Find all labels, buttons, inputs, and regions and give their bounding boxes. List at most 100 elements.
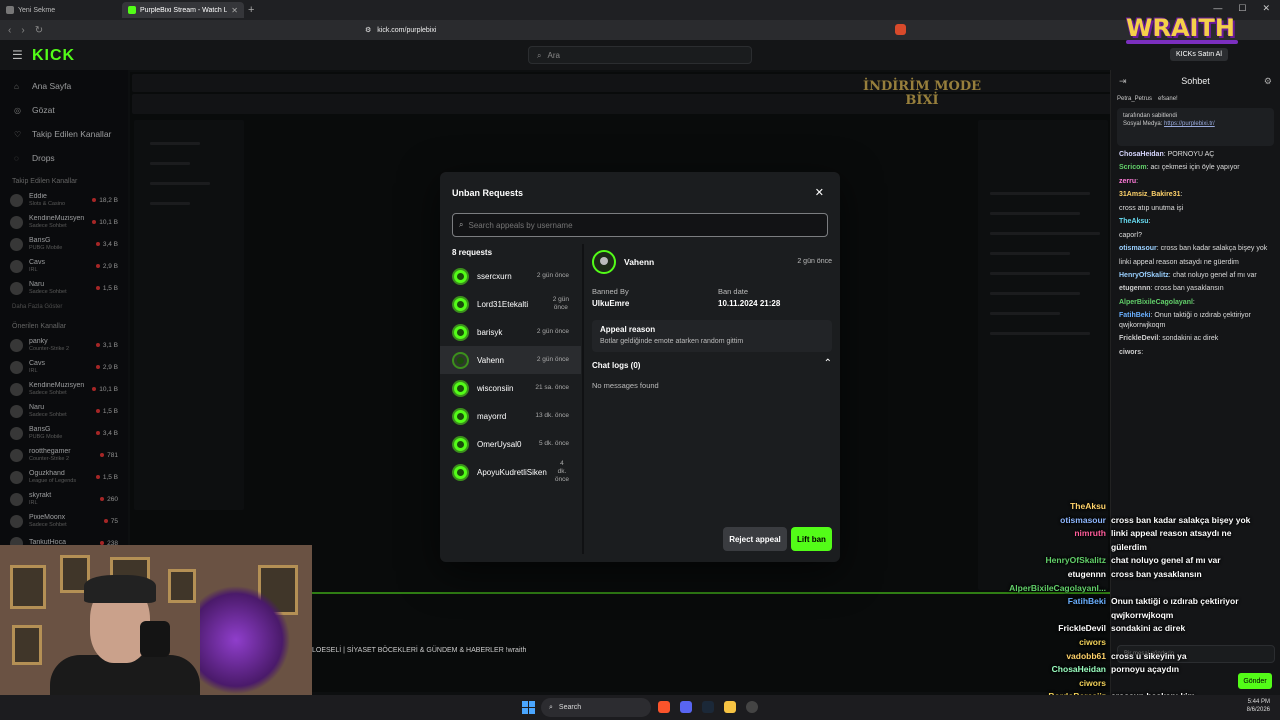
overlay-chat-user: nimruth	[1074, 528, 1106, 539]
chat-username[interactable]: HenryOfSkalitz	[1119, 272, 1169, 279]
unban-requests-modal: Unban Requests ✕ ⌕ 8 requests ssercxurn 2…	[440, 172, 840, 562]
chat-settings-icon[interactable]: ⚙	[1264, 76, 1272, 87]
unban-request-item[interactable]: ssercxurn 2 gün önce	[440, 262, 581, 290]
banned-by-value: UlkuEmre	[592, 299, 630, 308]
avatar	[452, 267, 469, 285]
search-icon: ⌕	[459, 220, 464, 229]
chat-username[interactable]: etugennn	[1119, 285, 1151, 292]
chat-message: linki appeal reason atsaydı ne güerdim	[1111, 256, 1280, 269]
back-icon[interactable]: ‹	[8, 25, 11, 36]
kick-logo[interactable]: KICK	[32, 47, 75, 65]
unban-request-item[interactable]: mayorrd 13 dk. önce	[440, 402, 581, 430]
chat-username[interactable]: zerru	[1119, 178, 1136, 185]
request-username: Vahenn	[477, 355, 504, 365]
close-window-icon[interactable]: ✕	[1262, 3, 1270, 14]
browser-tab-bar: Yeni Sekme PurpleBixi Stream - Watch Liv…	[0, 0, 1280, 20]
search-input[interactable]: ⌕ Ara	[528, 46, 752, 64]
chat-message: FrickleDevil: sondakini ac direk	[1119, 335, 1219, 343]
request-time: 21 sa. önce	[535, 383, 569, 391]
brave-shield-icon[interactable]	[895, 24, 906, 35]
stream-chat-overlay: TheAksu otismasour cross ban kadar salakça…	[980, 500, 1280, 704]
streamer-cap	[84, 575, 156, 603]
chat-username[interactable]: 31Amsiz_Bakire31	[1119, 191, 1181, 198]
overlay-chat-text: cross ban yasaklansın	[1111, 568, 1202, 579]
ban-date-label: Ban date	[718, 287, 749, 296]
chat-username[interactable]: FatihBeki	[1119, 312, 1151, 319]
lift-ban-button[interactable]: Lift ban	[791, 527, 832, 551]
overlay-chat-text: linki appeal reason atsaydı ne	[1111, 528, 1232, 539]
reload-icon[interactable]: ↻	[35, 25, 43, 36]
new-tab-button[interactable]: +	[248, 4, 254, 16]
brave-icon[interactable]	[658, 701, 670, 713]
chat-username[interactable]: Scricom	[1119, 164, 1147, 171]
close-icon[interactable]: ✕	[815, 186, 824, 199]
taskbar-search-label: Search	[558, 704, 582, 711]
chat-logs-title: Chat logs (0)	[592, 361, 641, 370]
appeal-username[interactable]: Vahenn	[624, 257, 654, 267]
chat-username[interactable]: TheAksu	[1119, 218, 1149, 225]
overlay-chat-user: ChosaHeidan	[1051, 664, 1106, 675]
overlay-chat-text: sondakini ac direk	[1111, 623, 1186, 634]
request-time: 2 gün önce	[536, 355, 569, 363]
maximize-icon[interactable]: ☐	[1238, 3, 1246, 14]
picture-frame	[12, 625, 42, 665]
request-username: ApoyuKudretliSiken	[477, 467, 547, 477]
request-time: 4 dk. önce	[554, 459, 569, 484]
unban-request-item[interactable]: Vahenn 2 gün önce	[440, 346, 581, 374]
overlay-chat-user: ciwors	[1079, 677, 1106, 688]
appeal-time: 2 gün önce	[797, 258, 832, 265]
gift-user[interactable]: Petra_Petrus	[1117, 96, 1152, 102]
unban-request-item[interactable]: wisconsiin 21 sa. önce	[440, 374, 581, 402]
request-time: 2 gün önce	[552, 295, 569, 311]
taskbar-search[interactable]: ⌕ Search	[541, 698, 651, 717]
collapse-chat-icon[interactable]: ⇥	[1119, 76, 1127, 87]
forward-icon[interactable]: ›	[21, 25, 24, 36]
appeal-search-input[interactable]	[468, 220, 809, 230]
minimize-icon[interactable]: —	[1213, 3, 1222, 14]
chat-username[interactable]: AlperBixileCagolayanl	[1119, 299, 1193, 306]
close-tab-icon[interactable]: ✕	[231, 6, 238, 15]
request-time: 5 dk. önce	[539, 439, 569, 447]
overlay-chat-user: FrickleDevil	[1058, 623, 1106, 634]
chat-message: Scricom: acı çekmesi için öyle yapıyor	[1119, 164, 1240, 172]
system-clock[interactable]: 5:44 PM 8/6/2026	[1247, 698, 1270, 714]
unban-request-item[interactable]: OmerUysal0 5 dk. önce	[440, 430, 581, 458]
reject-appeal-button[interactable]: Reject appeal	[723, 527, 787, 551]
url-field[interactable]: ⚙ kick.com/purplebixi	[365, 23, 905, 37]
chat-message-list: ChosaHeidan: PORNOYU AÇ Scricom: acı çekm…	[1111, 148, 1280, 359]
address-bar: ‹ › ↻ ⚙ kick.com/purplebixi	[0, 20, 1280, 40]
appeal-detail: Vahenn 2 gün önce Banned By UlkuEmre Ban…	[592, 248, 832, 548]
chevron-up-icon[interactable]: ⌃	[824, 358, 832, 369]
chat-text: cross ban kadar salakça bişey yok	[1160, 245, 1268, 253]
unban-request-item[interactable]: barisyk 2 gün önce	[440, 318, 581, 346]
overlay-chat-row: TheAksu	[980, 500, 1280, 514]
chat-username[interactable]: otismasour	[1119, 245, 1157, 252]
browser-tab-kick[interactable]: PurpleBixi Stream - Watch Live o ✕	[122, 2, 244, 18]
unban-request-item[interactable]: ApoyuKudretliSiken 4 dk. önce	[440, 458, 581, 486]
overlay-chat-row: vadobb61 cross u sikeyim ya	[980, 650, 1280, 664]
wraith-logo-bar	[1126, 40, 1238, 44]
chat-username[interactable]: ChosaHeidan	[1119, 151, 1164, 158]
gift-user[interactable]: efsane!	[1158, 96, 1178, 102]
chat-text: acı çekmesi için öyle yapıyor	[1150, 164, 1240, 172]
chat-message: ciwors:	[1119, 348, 1144, 356]
browser-tab-new[interactable]: Yeni Sekme	[0, 2, 122, 18]
site-info-icon[interactable]: ⚙	[365, 26, 371, 34]
windows-start-icon[interactable]	[522, 701, 535, 714]
chat-username[interactable]: FrickleDevil	[1119, 335, 1158, 342]
chat-username[interactable]: ciwors	[1119, 349, 1141, 356]
unban-request-item[interactable]: Lord31Etekalti 2 gün önce	[440, 290, 581, 318]
url-text: kick.com/purplebixi	[377, 26, 437, 34]
obs-icon[interactable]	[746, 701, 758, 713]
overlay-chat-user	[980, 609, 1106, 623]
buy-kicks-button[interactable]: KICKs Satın Al	[1170, 48, 1228, 61]
chat-text: sondakini ac direk	[1162, 335, 1219, 343]
appeal-search-field[interactable]: ⌕	[452, 213, 828, 237]
menu-icon[interactable]: ☰	[12, 48, 23, 62]
overlay-chat-user: vadobb61	[1066, 650, 1106, 661]
pinned-link[interactable]: https://purplebixi.tr/	[1164, 121, 1215, 127]
file-explorer-icon[interactable]	[724, 701, 736, 713]
request-username: wisconsiin	[477, 383, 514, 393]
discord-icon[interactable]	[680, 701, 692, 713]
steam-icon[interactable]	[702, 701, 714, 713]
